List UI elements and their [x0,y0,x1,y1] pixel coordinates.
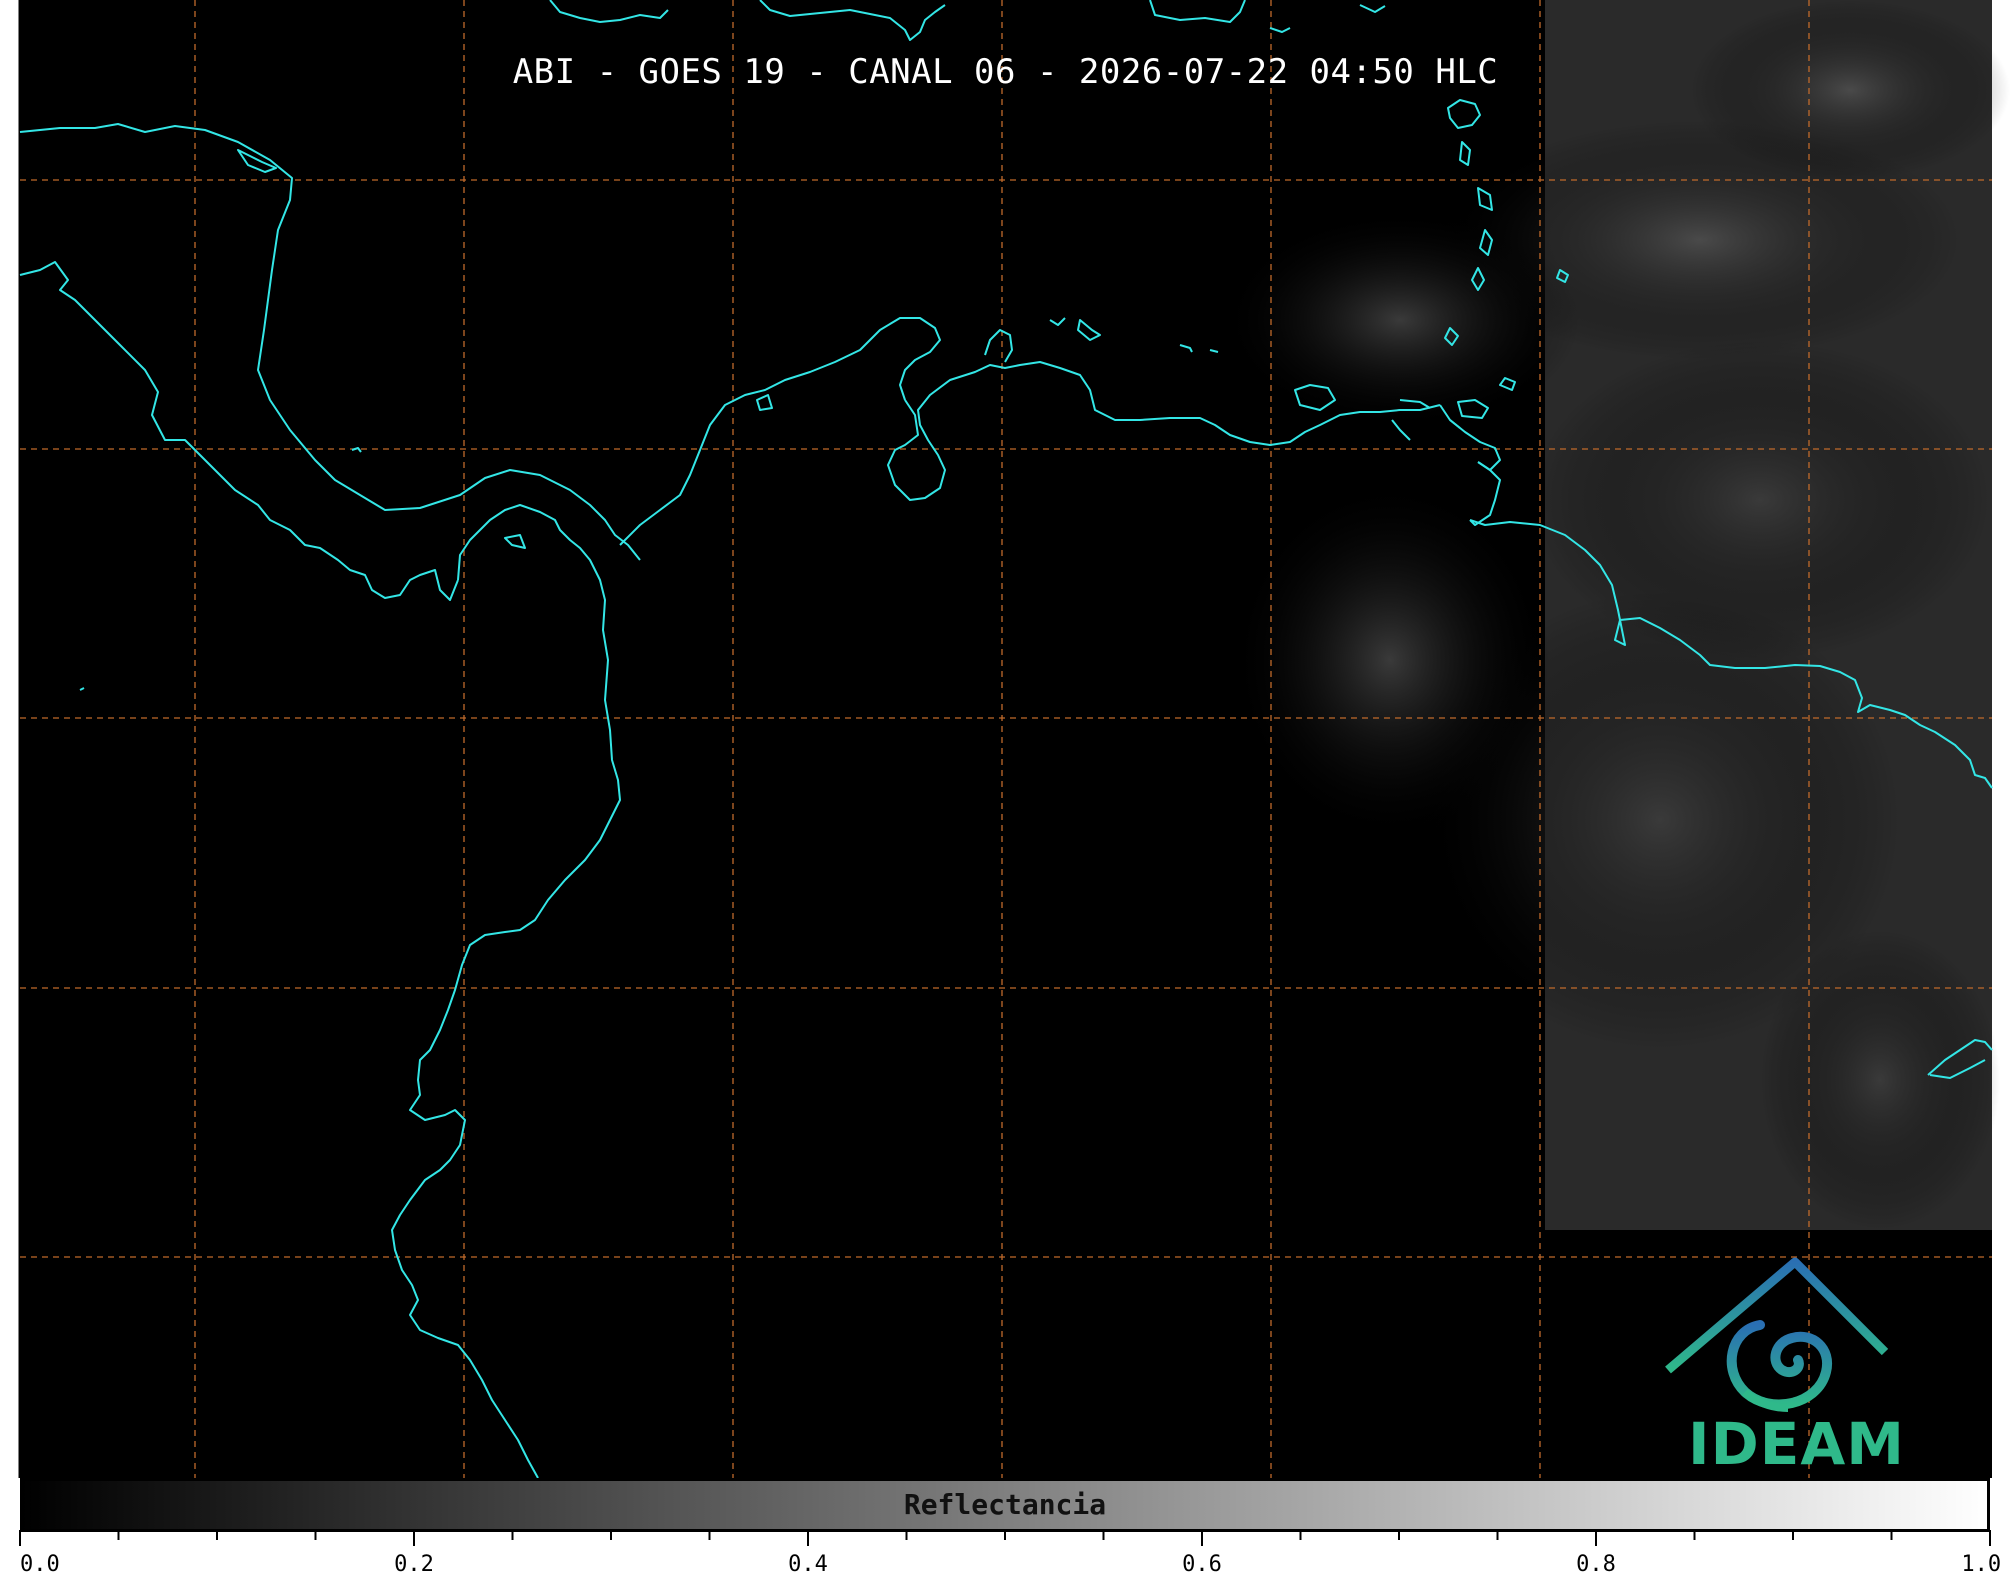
colorbar-tick-4: 0.8 [1576,1552,1616,1577]
colorbar-tick-3: 0.6 [1182,1552,1222,1577]
colorbar-tick-2: 0.4 [788,1552,828,1577]
colorbar-ticks [19,1530,1991,1546]
colorbar-label: Reflectancia [903,1488,1107,1521]
satellite-map [18,0,2010,1479]
colorbar-tick-0: 0.0 [20,1552,60,1577]
colorbar-tick-5: 1.0 [1961,1552,2002,1577]
map-title: ABI - GOES 19 - CANAL 06 - 2026-07-22 04… [512,52,1499,92]
ideam-logo-text: IDEAM [1688,1410,1905,1478]
colorbar-tick-1: 0.2 [394,1552,434,1577]
